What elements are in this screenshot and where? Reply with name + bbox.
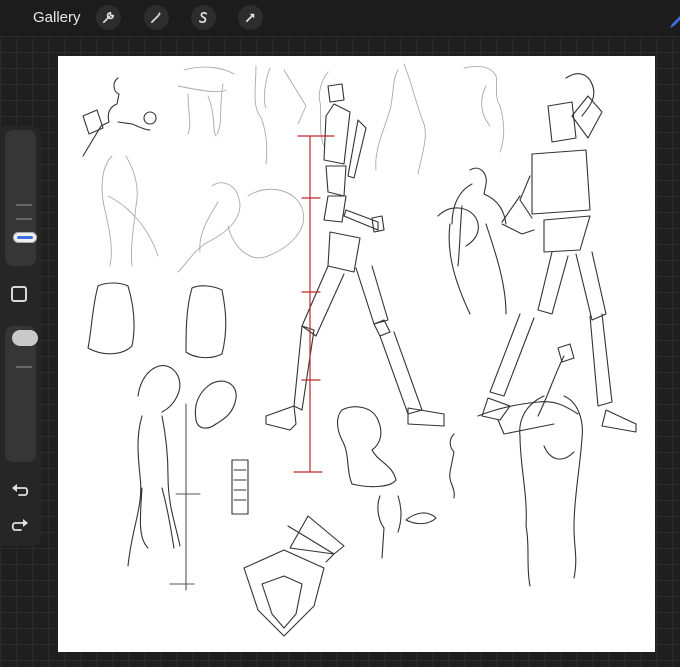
brush-size-thumb[interactable] (13, 232, 37, 243)
modify-square-icon[interactable] (11, 286, 27, 302)
undo-icon[interactable] (11, 482, 29, 498)
magic-wand-icon[interactable] (144, 5, 169, 30)
opacity-slider[interactable] (5, 326, 38, 462)
drawing-canvas[interactable] (58, 56, 655, 652)
slider-tick (16, 204, 32, 206)
wrench-icon[interactable] (96, 5, 121, 30)
selection-s-icon[interactable] (191, 5, 216, 30)
brush-size-slider[interactable] (5, 130, 37, 266)
slider-tick (16, 366, 32, 368)
left-sidebar (0, 126, 41, 546)
slider-tick (16, 218, 32, 220)
brush-icon[interactable] (670, 14, 680, 28)
redo-icon[interactable] (11, 517, 29, 533)
top-toolbar: Gallery (0, 0, 680, 36)
opacity-thumb[interactable] (12, 330, 38, 346)
gallery-button[interactable]: Gallery (33, 9, 81, 26)
transform-arrow-icon[interactable] (238, 5, 263, 30)
sketch-artwork (82, 63, 637, 637)
